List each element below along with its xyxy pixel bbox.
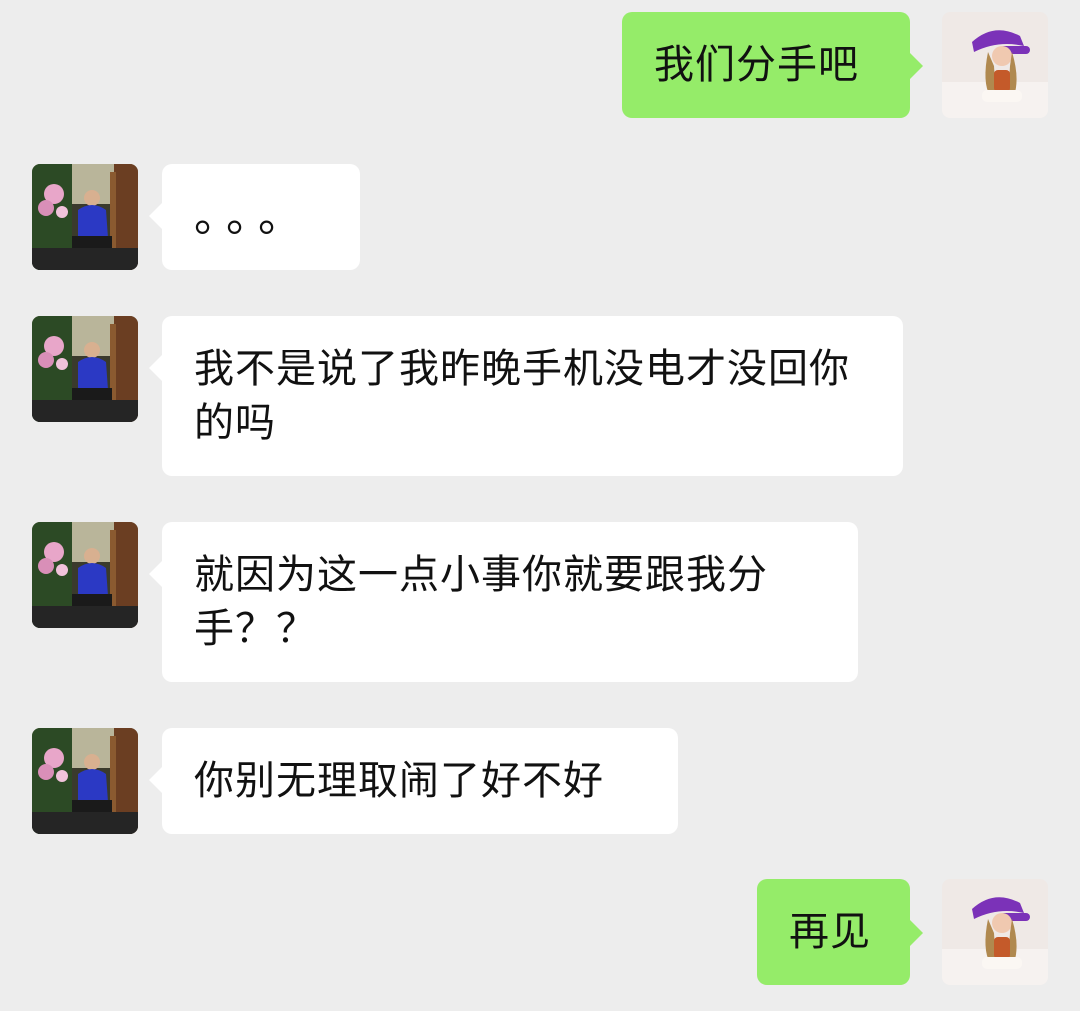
message-row-incoming: 就因为这一点小事你就要跟我分手？？	[0, 522, 1080, 684]
message-bubble-incoming[interactable]: 就因为这一点小事你就要跟我分手？？	[149, 522, 858, 682]
contact-avatar[interactable]	[32, 316, 138, 422]
contact-avatar[interactable]	[32, 164, 138, 270]
message-bubble-incoming[interactable]: 你别无理取闹了好不好	[149, 728, 678, 834]
message-bubble-outgoing[interactable]: 再见	[757, 879, 923, 985]
message-text: 就因为这一点小事你就要跟我分手？？	[194, 552, 768, 652]
boy-garden-avatar-icon	[32, 728, 138, 834]
message-row-incoming: 你别无理取闹了好不好	[0, 728, 1080, 836]
contact-avatar[interactable]	[32, 522, 138, 628]
contact-avatar[interactable]	[32, 728, 138, 834]
girl-purple-cap-avatar-icon	[942, 12, 1048, 118]
message-text: 你别无理取闹了好不好	[194, 758, 604, 804]
message-bubble-outgoing[interactable]: 我们分手吧	[622, 12, 923, 118]
message-text: 。。。	[194, 191, 312, 242]
self-avatar[interactable]	[942, 12, 1048, 118]
message-row-incoming: 。。。	[0, 164, 1080, 272]
message-row-outgoing: 再见	[0, 879, 1080, 987]
boy-garden-avatar-icon	[32, 164, 138, 270]
self-avatar[interactable]	[942, 879, 1048, 985]
message-text: 我们分手吧	[654, 42, 859, 88]
message-text: 再见	[789, 909, 871, 955]
boy-garden-avatar-icon	[32, 316, 138, 422]
boy-garden-avatar-icon	[32, 522, 138, 628]
chat-area: 我们分手吧 。。。 我不是说了我昨晚手机没电才没回你的吗 就因为这一点小事你就要…	[0, 0, 1080, 1011]
message-row-incoming: 我不是说了我昨晚手机没电才没回你的吗	[0, 316, 1080, 478]
girl-purple-cap-avatar-icon	[942, 879, 1048, 985]
message-bubble-incoming[interactable]: 。。。	[149, 164, 360, 270]
message-text: 我不是说了我昨晚手机没电才没回你的吗	[194, 346, 850, 446]
message-bubble-incoming[interactable]: 我不是说了我昨晚手机没电才没回你的吗	[149, 316, 903, 476]
message-row-outgoing: 我们分手吧	[0, 12, 1080, 120]
